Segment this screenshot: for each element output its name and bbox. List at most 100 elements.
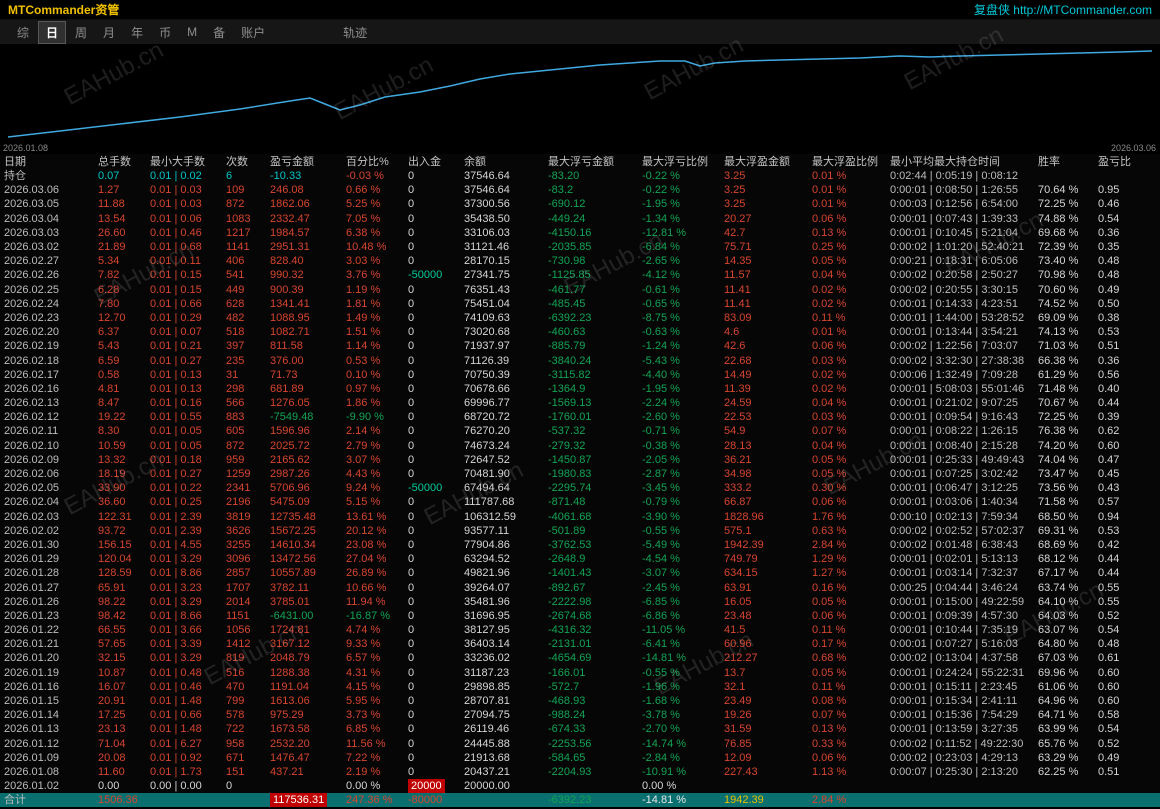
menu-item-6[interactable]: M xyxy=(180,23,204,41)
table-row[interactable]: 2026.01.30 156.15 0.01 | 4.55 3255 14610.34 2… xyxy=(0,538,1160,552)
menu-item-8[interactable]: 账户 xyxy=(234,22,272,43)
menu-item-2[interactable]: 周 xyxy=(68,22,94,43)
cell-date: 2026.02.17 xyxy=(0,368,94,382)
table-row[interactable]: 2026.01.23 98.42 0.01 | 8.66 1151 -6431.00 -1… xyxy=(0,609,1160,623)
cell-value: 151 xyxy=(226,765,245,778)
cell-value: 3.07 % xyxy=(346,453,381,466)
menu-item-1[interactable]: 日 xyxy=(38,20,67,44)
table-row[interactable]: 2026.02.17 0.58 0.01 | 0.13 31 71.73 0.10 % 0 7… xyxy=(0,368,1160,382)
table-row[interactable]: 2026.01.16 16.07 0.01 | 0.46 470 1191.04 4.15… xyxy=(0,680,1160,694)
cell-value: 8.30 xyxy=(98,425,120,438)
table-row[interactable]: 2026.01.09 20.08 0.01 | 0.92 671 1476.47 7.22… xyxy=(0,751,1160,765)
cell-value: 0.00 | 0.00 xyxy=(150,780,202,793)
table-row[interactable]: 2026.02.25 6.28 0.01 | 0.15 449 900.39 1.19 %… xyxy=(0,283,1160,297)
table-row[interactable]: 2026.02.10 10.59 0.01 | 0.05 872 2025.72 2.79… xyxy=(0,439,1160,453)
table-row[interactable]: 2026.02.06 18.19 0.01 | 0.27 1259 2987.26 4.4… xyxy=(0,467,1160,481)
cell-value: 0.01 | 0.27 xyxy=(150,354,202,367)
cell-cashflow: 0 xyxy=(404,694,460,708)
total-row[interactable]: 合计 1506.36 117536.31 247.36 % -80000 -6392.23… xyxy=(0,793,1160,808)
table-row[interactable]: 2026.03.05 11.88 0.01 | 0.03 872 1862.06 5.25… xyxy=(0,197,1160,211)
menu-item-3[interactable]: 月 xyxy=(96,22,122,43)
chart-end-date: 2026.03.06 xyxy=(1110,143,1156,153)
cell-value: 27341.75 xyxy=(464,269,510,282)
cell-value: 1707 xyxy=(226,581,251,594)
cell-pnl: 2048.79 xyxy=(266,651,342,665)
menu-item-7[interactable]: 备 xyxy=(206,22,232,43)
table-row[interactable]: 2026.01.08 11.60 0.01 | 1.73 151 437.21 2.19 … xyxy=(0,765,1160,779)
table-row[interactable]: 2026.01.27 65.91 0.01 | 3.23 1707 3782.11 10.… xyxy=(0,580,1160,594)
cell-pnl: 1276.05 xyxy=(266,396,342,410)
table-row[interactable]: 2026.03.02 21.89 0.01 | 0.68 1141 2951.31 10.… xyxy=(0,240,1160,254)
table-row[interactable]: 2026.03.04 13.54 0.01 | 0.06 1083 2332.47 7.0… xyxy=(0,212,1160,226)
table-row[interactable]: 2026.02.04 36.60 0.01 | 0.25 2196 5475.09 5.1… xyxy=(0,495,1160,509)
table-row[interactable]: 2026.02.19 5.43 0.01 | 0.21 397 811.58 1.14 %… xyxy=(0,339,1160,353)
cell-winrate: 69.96 % xyxy=(1034,666,1094,680)
cell-count: 819 xyxy=(222,651,266,665)
cell-value: 0.39 xyxy=(1098,411,1120,424)
table-row[interactable]: 2026.02.13 8.47 0.01 | 0.16 566 1276.05 1.86 … xyxy=(0,396,1160,410)
cell-maxloss: -2295.74 xyxy=(544,481,638,495)
table-row[interactable]: 2026.01.12 71.04 0.01 | 6.27 958 2532.20 11.5… xyxy=(0,737,1160,751)
table-row[interactable]: 2026.02.20 6.37 0.01 | 0.07 518 1082.71 1.51 … xyxy=(0,325,1160,339)
cell-maxlosspct: -0.22 % xyxy=(638,169,720,183)
cell-balance: 37546.64 xyxy=(460,169,544,183)
table-row[interactable]: 2026.02.02 93.72 0.01 | 2.39 3626 15672.25 20… xyxy=(0,524,1160,538)
table-row[interactable]: 2026.03.06 1.27 0.01 | 0.03 109 246.08 0.66 %… xyxy=(0,183,1160,197)
cell-value: 26119.46 xyxy=(464,723,510,736)
cell-value: -3.45 % xyxy=(642,482,680,495)
table-row[interactable]: 2026.02.18 6.59 0.01 | 0.27 235 376.00 0.53 %… xyxy=(0,353,1160,367)
table-row[interactable]: 2026.01.14 17.25 0.01 | 0.66 578 975.29 3.73 … xyxy=(0,708,1160,722)
menu-item-0[interactable]: 综 xyxy=(10,22,36,43)
cell-count: 883 xyxy=(222,410,266,424)
cell-value: 1341.41 xyxy=(270,297,310,310)
table-row[interactable]: 2026.01.02 0.00 0.00 | 0.00 0 0.00 % 20000 200… xyxy=(0,779,1160,794)
cell-count: 628 xyxy=(222,297,266,311)
cell-value: 0.01 | 0.06 xyxy=(150,212,202,225)
table-row[interactable]: 2026.02.26 7.82 0.01 | 0.15 541 990.32 3.76 %… xyxy=(0,268,1160,282)
cell-value: 0.53 xyxy=(1098,524,1120,537)
equity-curve-line xyxy=(7,50,1153,138)
menu-item-9[interactable]: 轨迹 xyxy=(336,22,374,43)
table-row[interactable]: 2026.01.13 23.13 0.01 | 1.48 722 1673.58 6.85… xyxy=(0,722,1160,736)
table-row[interactable]: 2026.01.26 98.22 0.01 | 3.29 2014 3785.01 11.… xyxy=(0,595,1160,609)
table-row[interactable]: 2026.02.27 5.34 0.01 | 0.11 406 828.40 3.03 %… xyxy=(0,254,1160,268)
table-row[interactable]: 2026.02.12 19.22 0.01 | 0.55 883 -7549.48 -9.… xyxy=(0,410,1160,424)
table-row[interactable]: 2026.01.29 120.04 0.01 | 3.29 3096 13472.56 2… xyxy=(0,552,1160,566)
cell-value: 0.07 xyxy=(98,170,120,183)
table-row[interactable]: 2026.02.23 12.70 0.01 | 0.29 482 1088.95 1.49… xyxy=(0,311,1160,325)
table-row[interactable]: 2026.01.28 128.59 0.01 | 8.86 2857 10557.89 2… xyxy=(0,566,1160,580)
position-row[interactable]: 持仓 0.07 0.01 | 0.02 6 -10.33 -0.03 % 0 37546.64… xyxy=(0,169,1160,183)
cell-value: -885.79 xyxy=(548,340,586,353)
cell-cashflow: 0 xyxy=(404,495,460,509)
cell-value: 17.25 xyxy=(98,709,126,722)
table-row[interactable]: 2026.01.15 20.91 0.01 | 1.48 799 1613.06 5.95… xyxy=(0,694,1160,708)
table-row[interactable]: 2026.02.09 13.32 0.01 | 0.18 959 2165.62 3.07… xyxy=(0,453,1160,467)
cell-value: -6.84 % xyxy=(642,241,680,254)
cell-balance: 70750.39 xyxy=(460,368,544,382)
cell-lots: 0.58 xyxy=(94,368,146,382)
cell-value: 1.19 % xyxy=(346,283,381,296)
cell-count: 151 xyxy=(222,765,266,779)
menu-item-5[interactable]: 币 xyxy=(152,22,178,43)
menu-item-4[interactable]: 年 xyxy=(124,22,150,43)
cell-value: 54.9 xyxy=(724,425,746,438)
table-row[interactable]: 2026.02.11 8.30 0.01 | 0.05 605 1596.96 2.14 … xyxy=(0,424,1160,438)
cell-value: 4.31 % xyxy=(346,666,381,679)
cell-value: 0.49 xyxy=(1098,751,1120,764)
table-row[interactable]: 2026.01.22 66.55 0.01 | 3.66 1056 1724.81 4.7… xyxy=(0,623,1160,637)
table-row[interactable]: 2026.03.03 26.60 0.01 | 0.46 1217 1984.57 6.3… xyxy=(0,226,1160,240)
table-row[interactable]: 2026.02.16 4.81 0.01 | 0.13 298 681.89 0.97 %… xyxy=(0,382,1160,396)
cell-lots: 0.07 xyxy=(94,169,146,183)
cell-value: 0.47 xyxy=(1098,453,1120,466)
table-row[interactable]: 2026.02.03 122.31 0.01 | 2.39 3819 12735.48 1… xyxy=(0,510,1160,524)
site-link[interactable]: 复盘侠 http://MTCommander.com xyxy=(974,1,1152,18)
cell-value: 0.52 xyxy=(1098,609,1120,622)
table-row[interactable]: 2026.01.21 57.65 0.01 | 3.39 1412 3167.12 9.3… xyxy=(0,637,1160,651)
cell-minmax: 0.01 | 3.29 xyxy=(146,651,222,665)
table-row[interactable]: 2026.02.05 33.90 0.01 | 0.22 2341 5706.96 9.2… xyxy=(0,481,1160,495)
cell-maxloss: -2204.93 xyxy=(544,765,638,779)
table-row[interactable]: 2026.01.19 10.87 0.01 | 0.48 516 1288.38 4.31… xyxy=(0,666,1160,680)
table-row[interactable]: 2026.02.24 7.80 0.01 | 0.66 628 1341.41 1.81 … xyxy=(0,297,1160,311)
cell-value: 0.36 xyxy=(1098,354,1120,367)
table-row[interactable]: 2026.01.20 32.15 0.01 | 3.29 819 2048.79 6.57… xyxy=(0,651,1160,665)
